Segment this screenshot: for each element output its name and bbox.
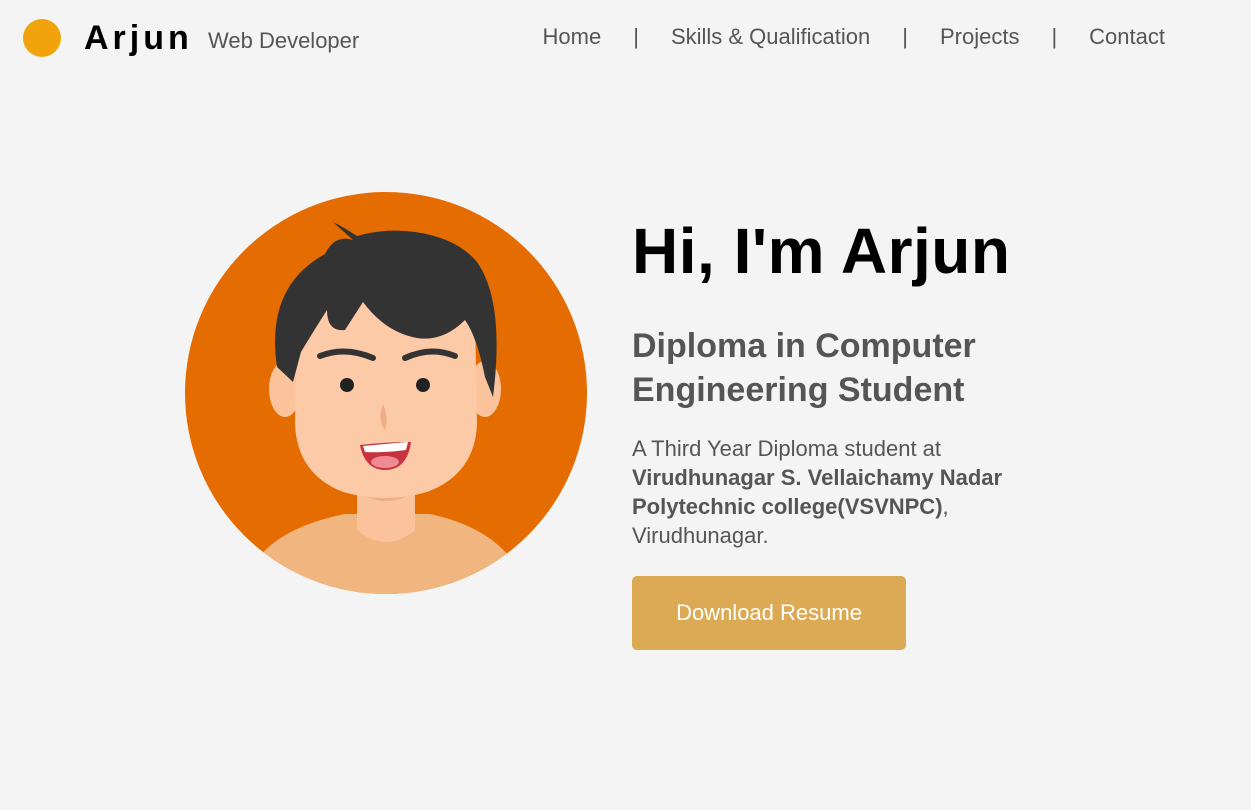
site-header: Arjun Web Developer Home | Skills & Qual… bbox=[0, 0, 1251, 76]
brand-role: Web Developer bbox=[208, 28, 360, 53]
boy-avatar-icon bbox=[185, 192, 587, 594]
brand-name[interactable]: Arjun bbox=[84, 17, 193, 59]
hero-title: Hi, I'm Arjun bbox=[632, 215, 1011, 287]
portfolio-page: Arjun Web Developer Home | Skills & Qual… bbox=[0, 0, 1251, 810]
nav-separator: | bbox=[633, 24, 639, 49]
main-nav: Home | Skills & Qualification | Projects… bbox=[543, 23, 1165, 51]
nav-separator: | bbox=[1051, 24, 1058, 49]
hero-text: Hi, I'm Arjun Diploma in Computer Engine… bbox=[632, 212, 1052, 550]
nav-projects[interactable]: Projects bbox=[940, 23, 1019, 51]
hero-subtitle: Diploma in Computer Engineering Student bbox=[632, 327, 976, 409]
nav-home[interactable]: Home bbox=[543, 23, 602, 51]
hero-desc-prefix: A Third Year Diploma student at bbox=[632, 436, 942, 461]
download-resume-button[interactable]: Download Resume bbox=[632, 576, 906, 650]
nav-skills[interactable]: Skills & Qualification bbox=[671, 23, 870, 51]
hero-description: A Third Year Diploma student at Virudhun… bbox=[632, 434, 1052, 550]
logo-dot-icon[interactable] bbox=[23, 19, 61, 57]
nav-separator: | bbox=[902, 24, 908, 49]
nav-contact[interactable]: Contact bbox=[1089, 23, 1165, 51]
